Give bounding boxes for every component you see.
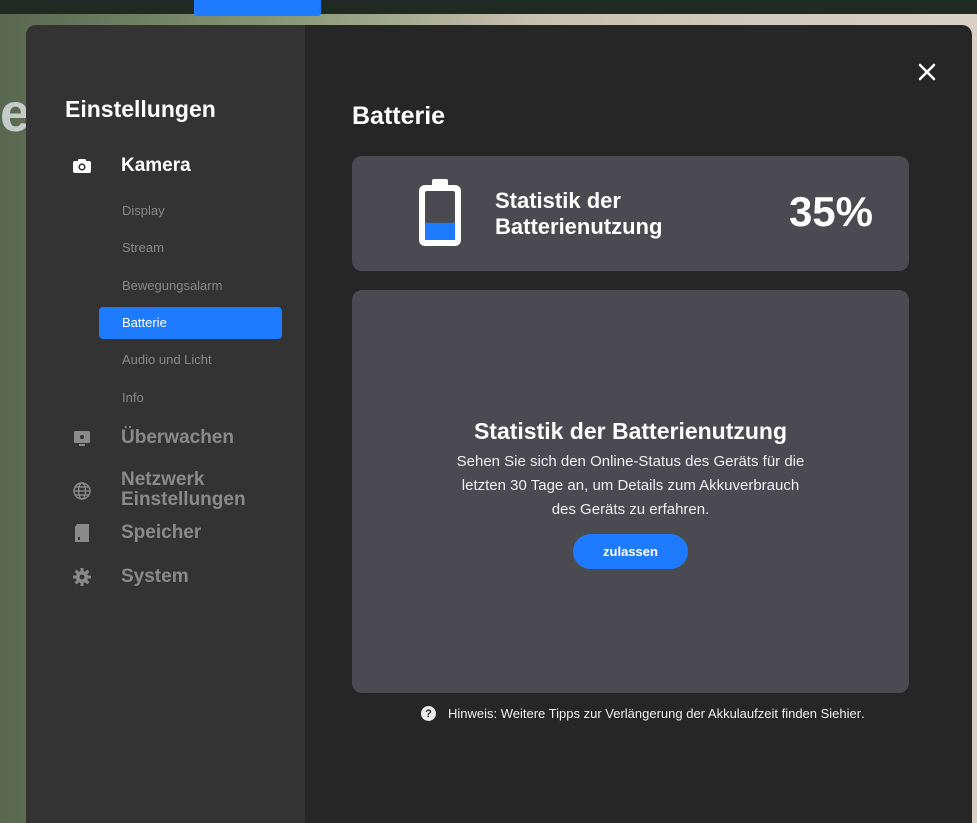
sidebar-section-label: Überwachen	[121, 427, 234, 448]
sidebar-item-display[interactable]: Display	[99, 195, 282, 227]
battery-level-fill	[425, 222, 455, 240]
sidebar-item-audio-und-licht[interactable]: Audio und Licht	[99, 344, 282, 376]
sidebar: Einstellungen Kamera Display Stream Bewe…	[26, 25, 305, 823]
sidebar-section-ueberwachen[interactable]: Überwachen	[71, 427, 234, 449]
sidebar-item-batterie[interactable]: Batterie	[99, 307, 282, 339]
sidebar-item-stream[interactable]: Stream	[99, 232, 282, 264]
sidebar-section-netzwerk[interactable]: Netzwerk Einstellungen	[71, 470, 261, 510]
battery-percent: 35%	[788, 188, 873, 235]
stats-card-description: Sehen Sie sich den Online-Status des Ger…	[456, 453, 805, 518]
gear-icon	[71, 566, 93, 588]
sidebar-section-label: Kamera	[121, 155, 191, 176]
close-icon	[918, 63, 936, 81]
battery-stats-card: Statistik der Batterienutzung Sehen Sie …	[352, 290, 909, 693]
battery-summary-card: Statistik der Batterienutzung 35%	[352, 156, 909, 271]
close-button[interactable]	[915, 60, 939, 84]
hint-row: ? Hinweis: Weitere Tipps zur Verlängerun…	[421, 706, 865, 721]
sidebar-item-bewegungsalarm[interactable]: Bewegungsalarm	[99, 270, 282, 302]
camera-icon	[71, 155, 93, 177]
sidebar-item-info[interactable]: Info	[99, 382, 282, 414]
battery-icon	[416, 178, 464, 253]
sidebar-section-label: Netzwerk Einstellungen	[121, 469, 246, 510]
settings-dialog: Einstellungen Kamera Display Stream Bewe…	[26, 25, 972, 823]
background-tab-indicator	[194, 0, 321, 16]
stats-card-title: Statistik der Batterienutzung	[473, 418, 788, 444]
sidebar-section-speicher[interactable]: Speicher	[71, 522, 201, 544]
hint-text: Hinweis: Weitere Tipps zur Verlängerung …	[448, 706, 840, 721]
globe-icon	[71, 480, 93, 502]
question-icon: ?	[421, 706, 436, 721]
page-title: Batterie	[352, 102, 446, 130]
sidebar-section-system[interactable]: System	[71, 566, 189, 588]
battery-card-label: Statistik der Batterienutzung	[495, 188, 663, 239]
monitor-icon	[71, 427, 93, 449]
storage-card-icon	[71, 522, 93, 544]
sidebar-section-label: System	[121, 566, 189, 587]
hint-trailing: .	[861, 706, 865, 721]
hint-link[interactable]: hier	[839, 706, 861, 721]
sidebar-section-kamera[interactable]: Kamera	[71, 155, 191, 177]
sidebar-title: Einstellungen	[65, 96, 216, 122]
sidebar-section-label: Speicher	[121, 522, 202, 543]
allow-button[interactable]: zulassen	[573, 534, 688, 569]
